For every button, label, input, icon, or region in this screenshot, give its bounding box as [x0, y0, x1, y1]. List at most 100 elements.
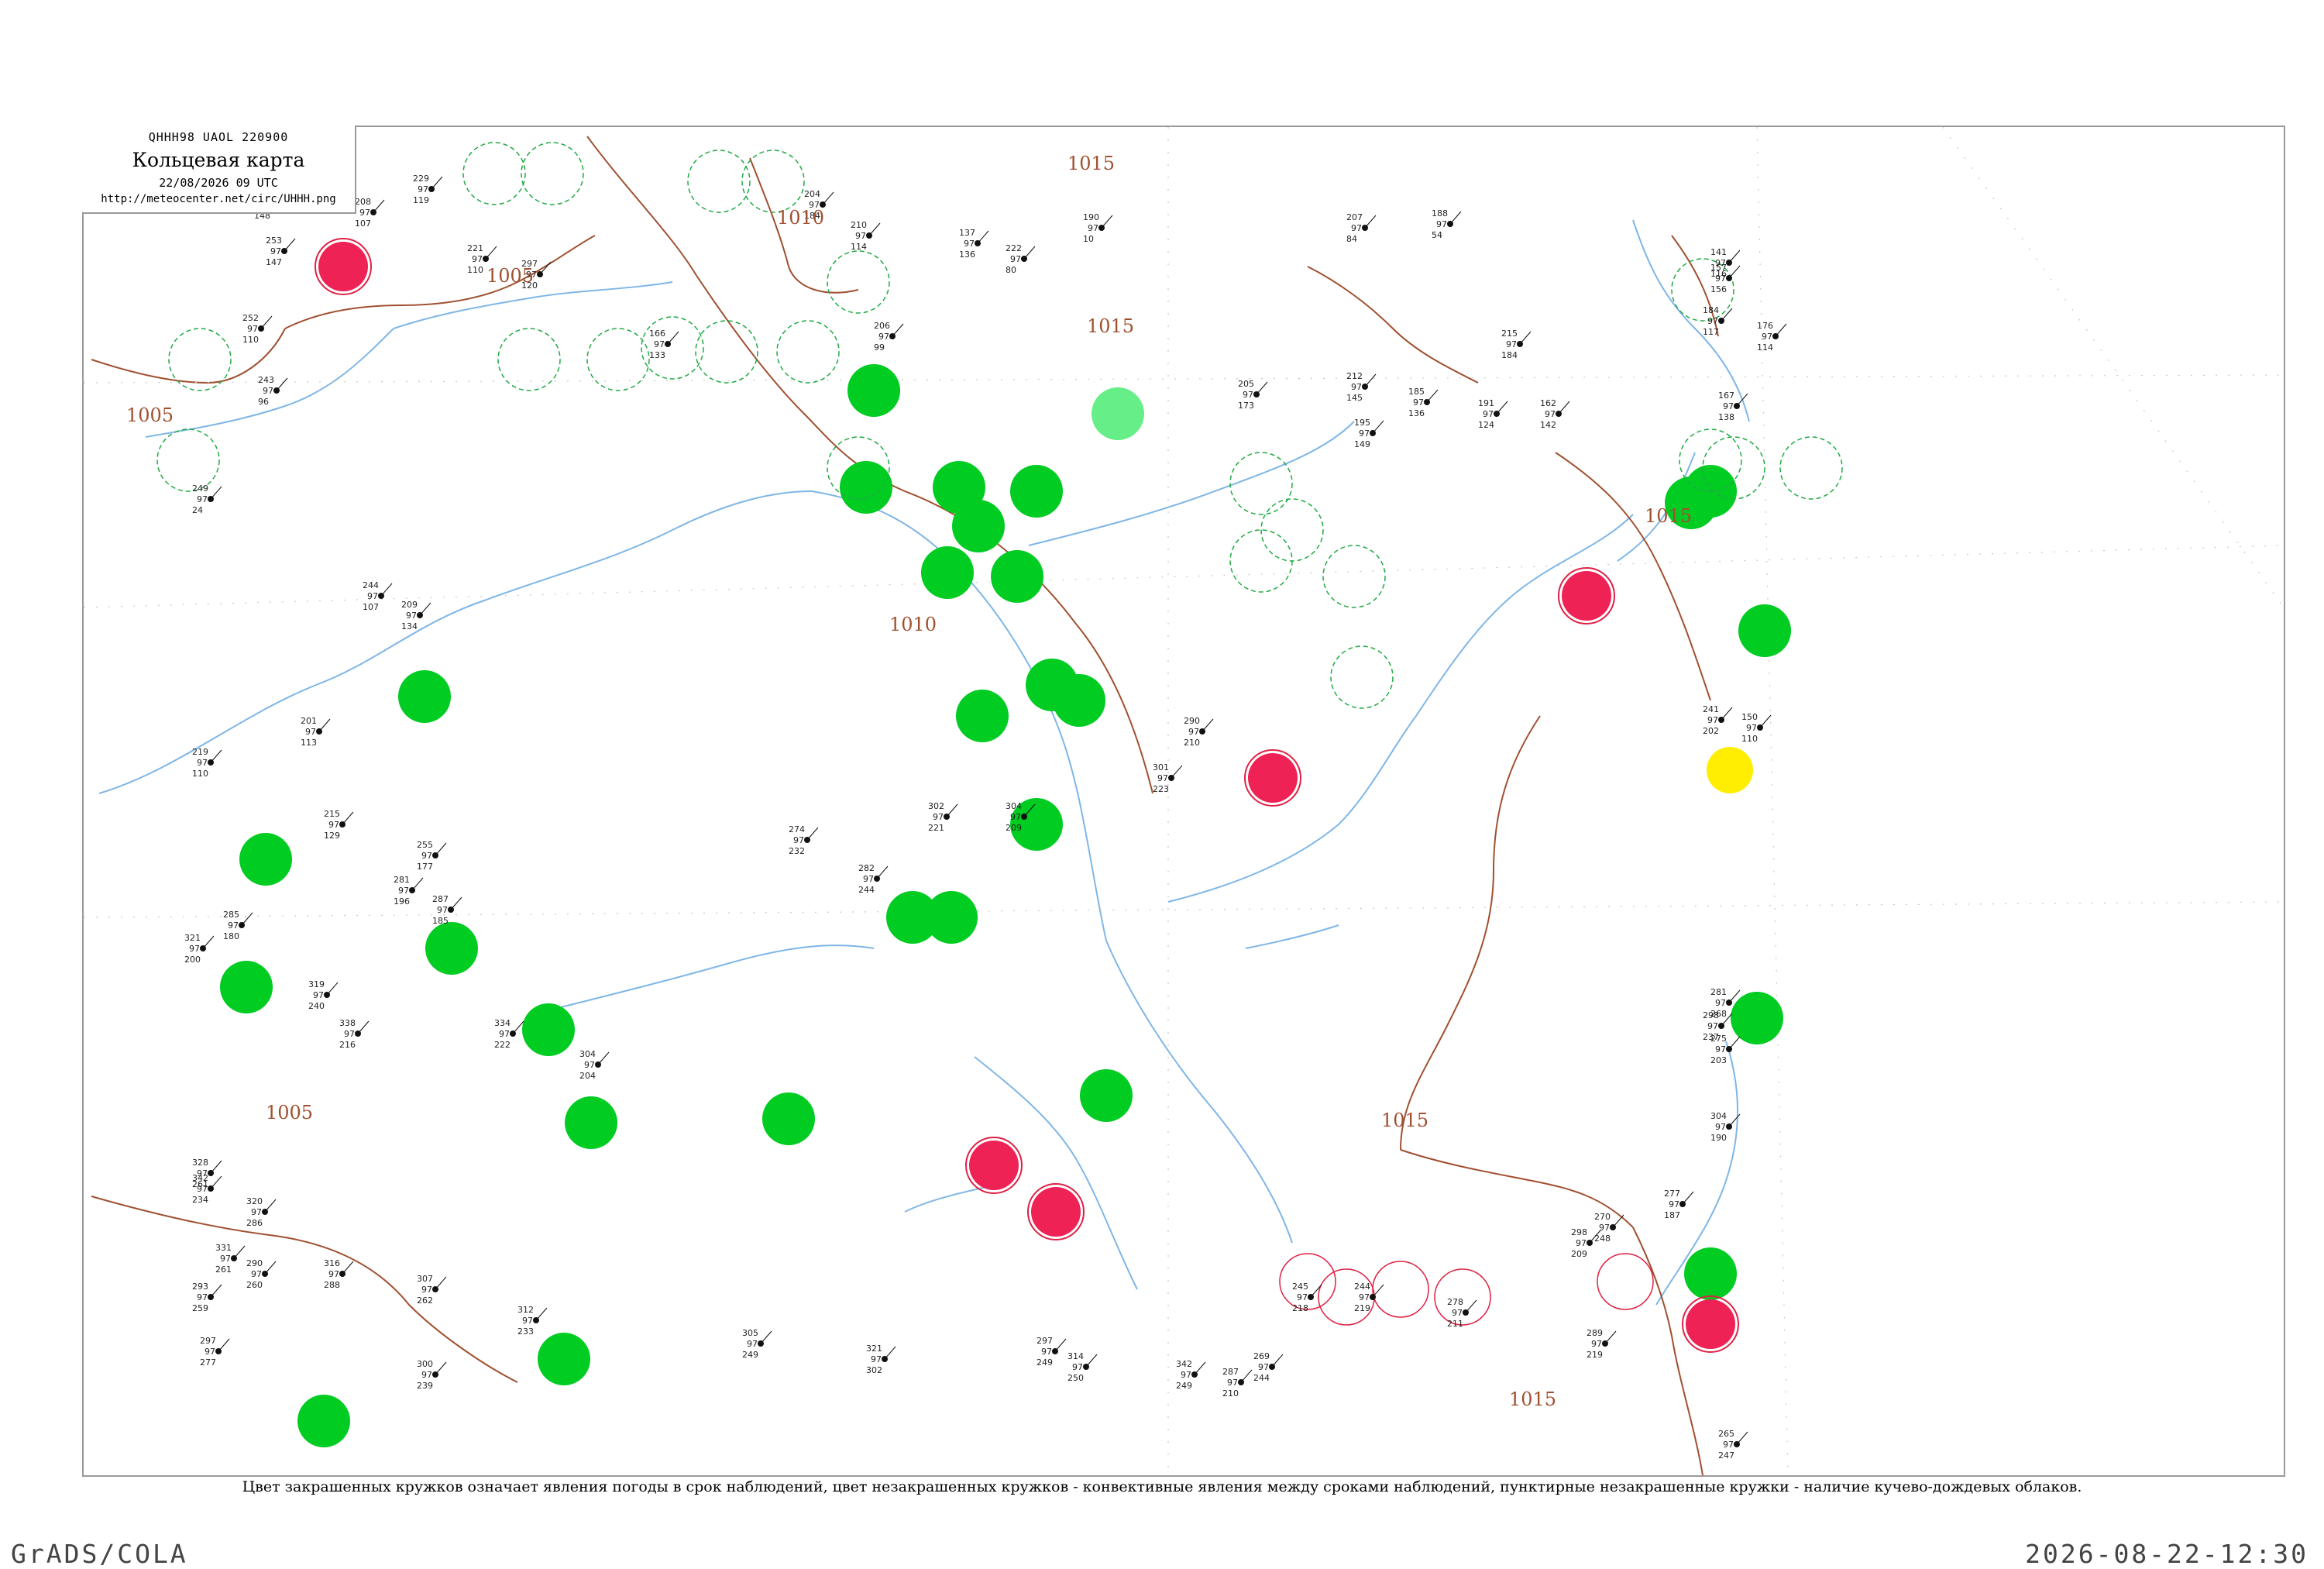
station-plot-9: 16697133 — [649, 329, 679, 360]
station-pressure: 245 — [1292, 1282, 1308, 1292]
station-pressure: 255 — [417, 840, 433, 850]
station-pressure: 275 — [1710, 1034, 1727, 1044]
station-pressure: 297 — [200, 1336, 216, 1346]
wind-barb — [977, 230, 989, 244]
station-plot-63: 26997244 — [1253, 1351, 1284, 1383]
station-plot-6: 20897107 — [355, 197, 385, 229]
station-plot-79: 30297221 — [928, 801, 958, 833]
isobar-label-9: 1015 — [1509, 1388, 1556, 1410]
station-tendency: 97 — [1723, 401, 1734, 411]
weather-map[interactable]: 2569714825397147252971102439796249972422… — [82, 126, 2285, 1477]
station-value: 223 — [1153, 784, 1169, 794]
cb-dashed-circle-13 — [1229, 452, 1293, 515]
station-pressure: 320 — [246, 1196, 263, 1206]
station-tendency: 97 — [305, 727, 316, 737]
station-tendency: 97 — [1707, 715, 1718, 725]
station-value: 80 — [1006, 265, 1016, 275]
station-plot-20: 17697114 — [1757, 321, 1787, 353]
wind-barb — [1310, 1284, 1322, 1298]
wind-barb — [210, 486, 222, 500]
bulletin-code: QHHH98 UAOL 220900 — [148, 130, 289, 144]
cb-dashed-circle-15 — [1229, 529, 1293, 593]
thunder-circle-1 — [1248, 753, 1298, 803]
cb-dashed-circle-6 — [827, 250, 890, 314]
station-value: 134 — [401, 621, 418, 631]
cb-dashed-circle-5 — [695, 320, 758, 384]
station-value: 187 — [1664, 1210, 1680, 1220]
wind-barb — [284, 238, 296, 252]
station-tendency: 97 — [472, 254, 483, 264]
station-pressure: 249 — [192, 483, 208, 494]
station-pressure: 285 — [223, 910, 239, 920]
map-canvas[interactable]: 2569714825397147252971102439796249972422… — [84, 127, 2284, 1475]
wind-barb — [218, 1338, 230, 1352]
station-tendency: 97 — [197, 1184, 208, 1194]
rain-circle-22 — [297, 1395, 350, 1447]
wind-barb — [1171, 765, 1183, 779]
station-value: 145 — [1346, 393, 1363, 403]
rain-circle-12 — [886, 891, 939, 944]
station-tendency: 97 — [1157, 773, 1168, 783]
station-value: 110 — [242, 335, 259, 345]
station-pressure: 270 — [1594, 1212, 1611, 1222]
station-plot-71: 27597203 — [1710, 1034, 1741, 1065]
wind-barb — [1372, 1284, 1384, 1298]
station-plot-37: 25597177 — [417, 840, 447, 872]
station-value: 204 — [579, 1071, 596, 1081]
station-pressure: 293 — [192, 1282, 208, 1292]
station-plot-51: 29397259 — [192, 1282, 222, 1313]
map-title: Кольцевая карта — [132, 149, 305, 171]
wind-barb — [1604, 1330, 1617, 1344]
wind-barb — [1194, 1361, 1206, 1375]
station-pressure: 307 — [417, 1274, 433, 1284]
station-plot-19: 18497117 — [1703, 305, 1733, 337]
station-pressure: 229 — [413, 174, 429, 184]
station-value: 113 — [301, 738, 317, 748]
station-plot-3: 2439796 — [258, 375, 288, 407]
station-pressure: 331 — [215, 1243, 232, 1253]
wind-barb — [597, 1051, 610, 1065]
wind-barb — [1023, 246, 1036, 260]
station-tendency: 97 — [1483, 409, 1494, 419]
station-plot-45: 30497204 — [579, 1049, 610, 1081]
station-value: 110 — [192, 769, 208, 779]
station-pressure: 274 — [789, 824, 805, 834]
station-value: 288 — [324, 1280, 340, 1290]
wind-barb — [1372, 420, 1384, 434]
station-value: 117 — [1703, 327, 1719, 337]
station-plot-4: 2499724 — [192, 483, 222, 515]
rain-circle-9 — [1053, 674, 1105, 727]
station-plot-27: 18597136 — [1408, 387, 1439, 418]
station-plot-52: 29797277 — [200, 1336, 230, 1368]
station-value: 262 — [417, 1295, 433, 1306]
station-pressure: 312 — [517, 1305, 534, 1315]
station-pressure: 282 — [858, 863, 875, 873]
wind-barb — [1202, 718, 1214, 732]
station-plot-66: 27897211 — [1447, 1297, 1477, 1329]
wind-barb — [868, 222, 881, 236]
wind-barb — [373, 199, 385, 213]
wind-barb — [264, 1199, 277, 1213]
station-value: 209 — [1571, 1249, 1587, 1259]
station-tendency: 97 — [1707, 316, 1718, 326]
station-pressure: 281 — [394, 875, 410, 885]
rain-circle-17 — [398, 670, 451, 723]
station-plot-21: 16797138 — [1718, 391, 1748, 422]
wind-barb — [1271, 1354, 1284, 1368]
station-tendency: 97 — [1297, 1292, 1308, 1302]
software-credit: GrADS/COLA — [11, 1539, 188, 1569]
station-value: 110 — [467, 265, 483, 275]
station-pressure: 297 — [1037, 1336, 1053, 1346]
cb-dashed-circle-2 — [687, 150, 751, 213]
wind-barb — [435, 842, 447, 856]
station-pressure: 222 — [1006, 243, 1022, 253]
station-value: 99 — [874, 342, 885, 353]
station-pressure: 316 — [324, 1258, 340, 1268]
wind-barb — [318, 718, 331, 732]
wind-barb — [435, 1361, 447, 1375]
isobar-label-5: 1005 — [266, 1102, 313, 1123]
cb-dashed-circle-0 — [462, 142, 526, 205]
wind-barb — [233, 1245, 246, 1259]
station-value: 190 — [1710, 1133, 1727, 1143]
wind-barb — [1775, 323, 1787, 337]
